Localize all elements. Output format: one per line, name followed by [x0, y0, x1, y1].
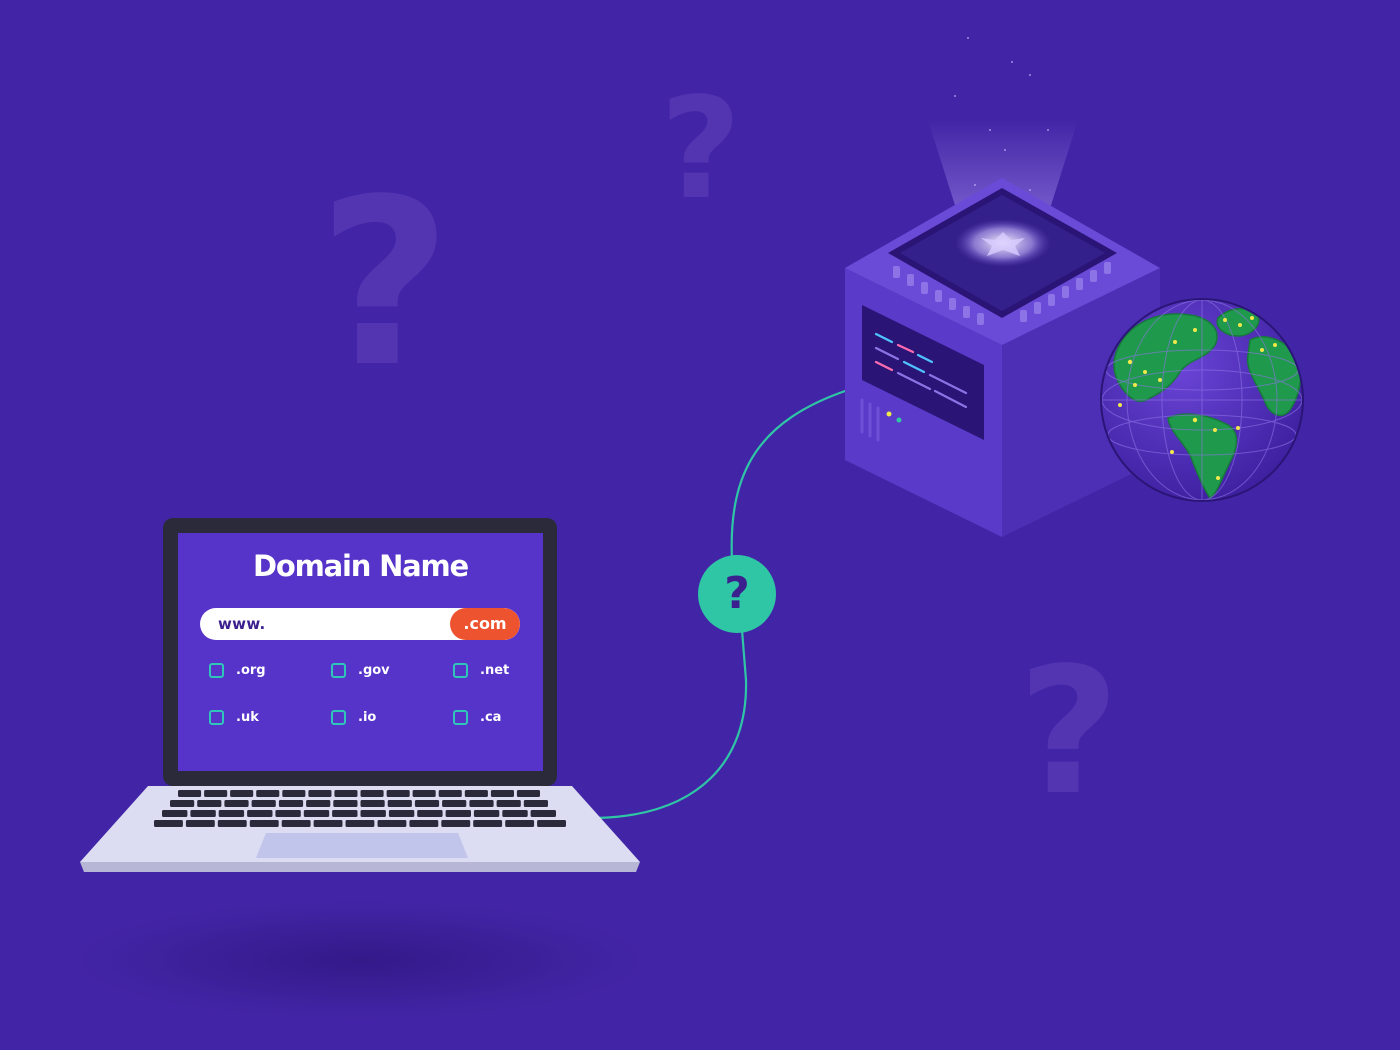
keyboard-key [445, 810, 471, 817]
keyboard-key [473, 810, 500, 817]
keyboard-key [190, 810, 216, 817]
ext-label: .org [236, 663, 266, 678]
keyboard-key [441, 820, 471, 827]
keyboard-key [442, 800, 467, 807]
keyboard-key [516, 790, 540, 797]
keyboard-key [333, 800, 358, 807]
keyboard-key [386, 790, 410, 797]
keyboard-key [256, 790, 280, 797]
ext-label: .uk [236, 710, 259, 725]
bg-question-mark-large: ? [318, 151, 452, 418]
keyboard-key [154, 820, 183, 827]
keyboard-key [537, 820, 566, 827]
keyboard-key [469, 800, 494, 807]
keyboard-key [360, 790, 384, 797]
keyboard-key [523, 800, 548, 807]
checkbox-icon[interactable] [453, 663, 468, 678]
keyboard-key [247, 810, 273, 817]
keyboard-key [224, 800, 249, 807]
keyboard-key [417, 810, 443, 817]
ext-option-io[interactable]: .io [331, 710, 376, 725]
keyboard-key [249, 820, 279, 827]
keyboard-key [473, 820, 503, 827]
keyboard-key [409, 820, 439, 827]
keyboard-key [377, 820, 407, 827]
keyboard-key [185, 820, 215, 827]
keyboard-key [345, 820, 375, 827]
keyboard-key [414, 800, 440, 807]
keyboard-key [502, 810, 528, 817]
keyboard-key [505, 820, 535, 827]
keyboard-key [281, 820, 311, 827]
checkbox-icon[interactable] [331, 710, 346, 725]
ext-option-uk[interactable]: .uk [209, 710, 259, 725]
ext-label: .gov [358, 663, 390, 678]
keyboard-key [412, 790, 436, 797]
keyboard-key [303, 810, 330, 817]
keyboard-key [530, 810, 556, 817]
ext-label: .io [358, 710, 377, 725]
keyboard-key [334, 790, 358, 797]
keyboard-key [388, 810, 415, 817]
ext-option-org[interactable]: .org [209, 663, 266, 678]
keyboard-key [360, 810, 386, 817]
laptop-shadow [70, 900, 650, 1020]
ext-option-gov[interactable]: .gov [331, 663, 390, 678]
keyboard-key [387, 800, 412, 807]
keyboard-key [496, 800, 521, 807]
bg-question-mark-right: ? [1018, 631, 1120, 834]
url-prefix: www. [218, 615, 266, 633]
keyboard-key [251, 800, 276, 807]
keyboard-key [230, 790, 254, 797]
keyboard-key [275, 810, 301, 817]
keyboard-key [282, 790, 306, 797]
keyboard-key [218, 810, 245, 817]
checkbox-icon[interactable] [331, 663, 346, 678]
checkbox-icon[interactable] [453, 710, 468, 725]
keyboard-key [170, 800, 195, 807]
keyboard-key [197, 800, 222, 807]
keyboard-key [308, 790, 332, 797]
keyboard-key [278, 800, 304, 807]
keyboard-key [178, 790, 202, 797]
keyboard-key [360, 800, 385, 807]
keyboard-key [162, 810, 188, 817]
keyboard-key [464, 790, 488, 797]
checkbox-icon[interactable] [209, 710, 224, 725]
extension-options: .org .gov .net .uk .io .ca [209, 663, 529, 743]
laptop-screen: Domain Name www. .com .org .gov .net .uk… [178, 533, 543, 771]
keyboard-key [490, 790, 514, 797]
screen-title: Domain Name [253, 549, 469, 583]
keyboard-key [204, 790, 228, 797]
domain-search-bar[interactable]: www. .com [200, 608, 520, 640]
keyboard-key [313, 820, 343, 827]
keyboard-key [306, 800, 331, 807]
tld-selector-button[interactable]: .com [450, 608, 520, 640]
keyboard-key [217, 820, 247, 827]
bg-question-mark-small: ? [660, 68, 742, 231]
ext-label: .ca [480, 710, 502, 725]
ext-label: .net [480, 663, 510, 678]
server-icon [845, 37, 1160, 537]
checkbox-icon[interactable] [209, 663, 224, 678]
keyboard-key [438, 790, 462, 797]
ext-option-net[interactable]: .net [453, 663, 509, 678]
globe-icon [1100, 298, 1304, 502]
ext-option-ca[interactable]: .ca [453, 710, 501, 725]
keyboard-key [332, 810, 358, 817]
question-mark-icon: ? [698, 555, 776, 633]
